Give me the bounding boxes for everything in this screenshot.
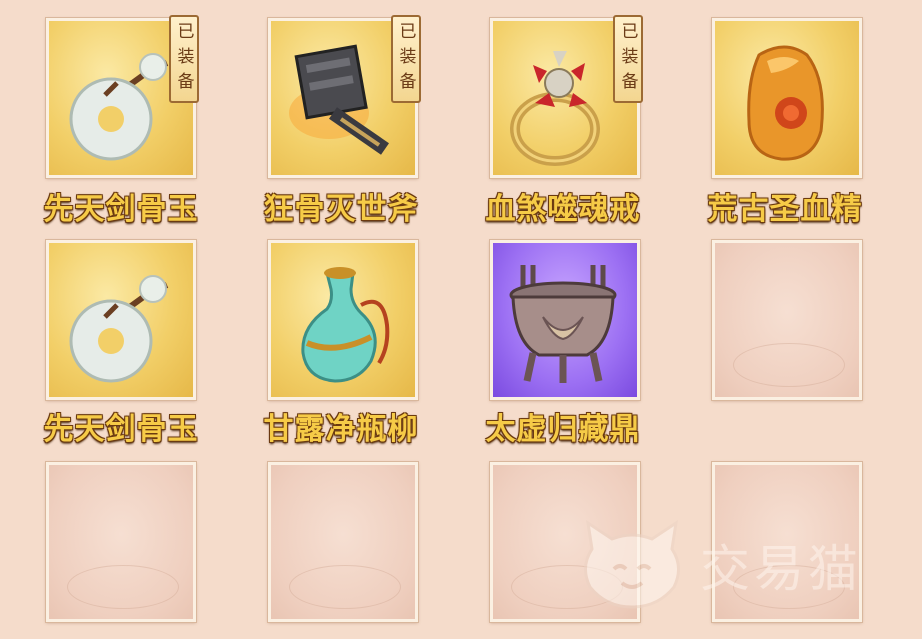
item-slot-3[interactable]: 已装备 — [490, 15, 643, 178]
item-slot-7[interactable] — [490, 240, 640, 400]
jade-disc-pendant-icon — [69, 275, 169, 383]
item-name: 狂骨灭世斧 — [263, 192, 419, 227]
equipped-badge: 已装备 — [391, 15, 421, 103]
amber-stone-icon — [747, 45, 824, 161]
watermark-text: 交易猫 — [700, 540, 862, 598]
empty-slot[interactable] — [46, 462, 196, 622]
item-name: 荒古圣血精 — [707, 192, 863, 227]
empty-slot[interactable] — [268, 462, 418, 622]
item-slot-2[interactable]: 已装备 — [268, 15, 421, 178]
equipped-badge: 已装备 — [613, 15, 643, 103]
watermark: 交易猫 — [578, 519, 908, 610]
item-name: 太虚归藏鼎 — [485, 412, 641, 447]
jade-vase-icon — [301, 267, 390, 383]
equipped-badge: 已装备 — [169, 15, 199, 103]
item-slot-1[interactable]: 已装备 — [46, 15, 199, 178]
item-slot-5[interactable] — [46, 240, 196, 400]
item-name: 先天剑骨玉 — [43, 192, 199, 227]
cat-logo-icon — [584, 519, 680, 609]
item-name: 先天剑骨玉 — [43, 412, 199, 447]
empty-slot[interactable] — [712, 240, 862, 400]
bronze-cauldron-icon — [509, 265, 617, 383]
item-name: 甘露净瓶柳 — [263, 412, 419, 447]
item-name: 血煞噬魂戒 — [485, 192, 641, 227]
item-slot-6[interactable] — [268, 240, 418, 400]
item-slot-4[interactable] — [712, 18, 862, 178]
